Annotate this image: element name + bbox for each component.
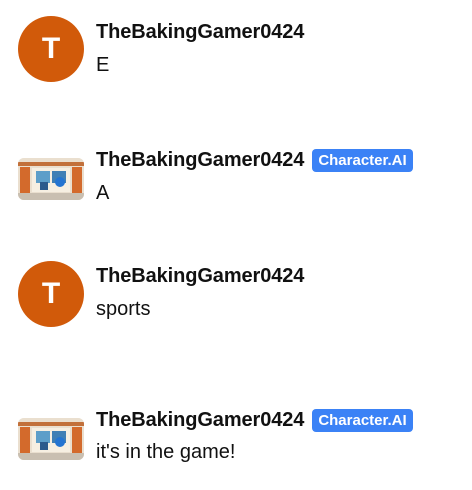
chat-message: TheBakingGamer0424 Character.AI it's in … [0, 390, 472, 490]
message-text: E [96, 54, 110, 76]
message-header: TheBakingGamer0424 [96, 20, 304, 44]
character-image-avatar-icon [18, 418, 84, 460]
username[interactable]: TheBakingGamer0424 [96, 265, 304, 288]
character-ai-badge: Character.AI [312, 148, 413, 172]
chat-message: TheBakingGamer0424 Character.AI A [0, 130, 472, 230]
message-header: TheBakingGamer0424 Character.AI [96, 408, 413, 432]
message-text: A [96, 182, 110, 204]
avatar[interactable]: T [18, 16, 84, 82]
message-header: TheBakingGamer0424 Character.AI [96, 148, 413, 172]
character-avatar[interactable] [18, 158, 84, 200]
character-image-avatar-icon [18, 158, 84, 200]
username[interactable]: TheBakingGamer0424 [96, 149, 304, 172]
character-ai-badge: Character.AI [312, 408, 413, 432]
character-avatar[interactable] [18, 418, 84, 460]
chat-message: T TheBakingGamer0424 E [0, 0, 472, 100]
message-text: sports [96, 298, 151, 320]
avatar[interactable]: T [18, 261, 84, 327]
message-text: it's in the game! [96, 441, 236, 463]
chat-message: T TheBakingGamer0424 sports [0, 245, 472, 345]
username[interactable]: TheBakingGamer0424 [96, 409, 304, 432]
username[interactable]: TheBakingGamer0424 [96, 21, 304, 44]
message-header: TheBakingGamer0424 [96, 264, 304, 288]
